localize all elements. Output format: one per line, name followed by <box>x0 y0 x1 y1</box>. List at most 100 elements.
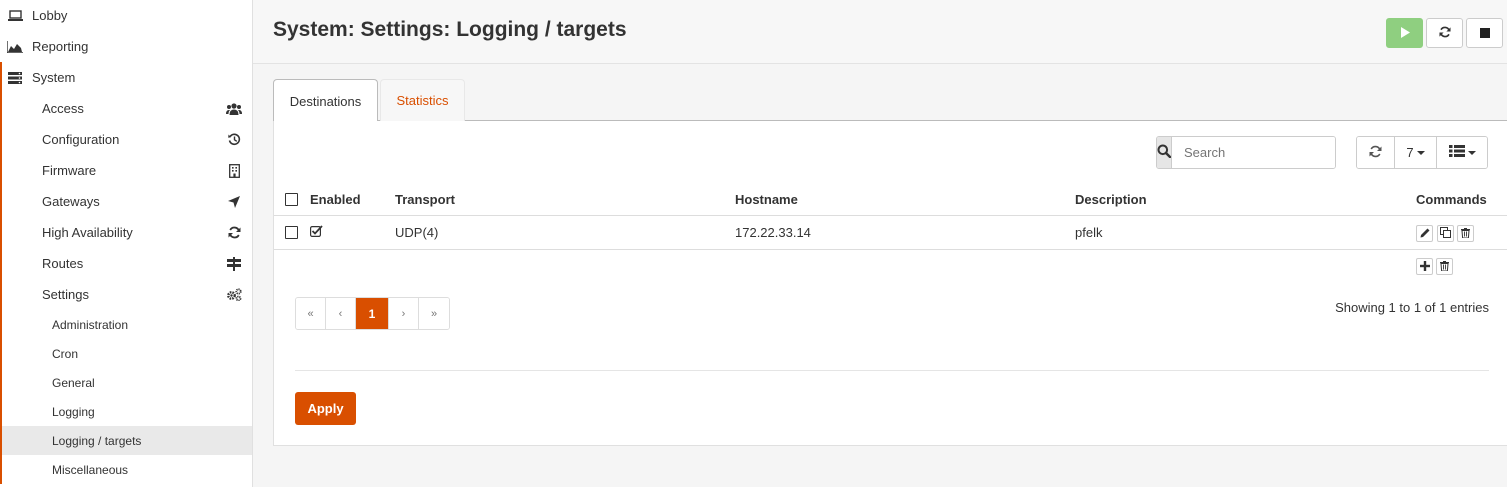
map-signs-icon <box>226 256 242 271</box>
check-square-icon[interactable] <box>310 225 323 240</box>
edit-button[interactable] <box>1416 225 1433 242</box>
nav-settings-general-label: General <box>52 375 95 390</box>
select-all-checkbox[interactable] <box>285 193 298 206</box>
page-next[interactable]: › <box>389 298 419 329</box>
server-icon <box>7 71 23 85</box>
play-icon <box>1400 26 1410 41</box>
nav-settings-logging-targets[interactable]: Logging / targets <box>2 426 252 455</box>
tab-destinations[interactable]: Destinations <box>273 79 378 122</box>
nav-high-availability[interactable]: High Availability <box>2 217 252 248</box>
search-group <box>1156 136 1336 169</box>
history-icon <box>226 132 242 147</box>
nav-high-availability-label: High Availability <box>42 225 133 240</box>
trash-icon <box>1440 259 1449 274</box>
nav-settings-administration[interactable]: Administration <box>2 310 252 339</box>
row-description: pfelk <box>1075 225 1103 240</box>
stop-icon <box>1479 26 1490 41</box>
refresh-icon <box>226 225 242 240</box>
nav-firmware[interactable]: Firmware <box>2 155 252 186</box>
apply-button[interactable]: Apply <box>295 392 356 425</box>
cogs-icon <box>226 287 242 302</box>
nav-settings-miscellaneous[interactable]: Miscellaneous <box>2 455 252 484</box>
clone-button[interactable] <box>1437 225 1454 242</box>
page-last[interactable]: » <box>419 298 449 329</box>
nav-configuration[interactable]: Configuration <box>2 124 252 155</box>
pagination: « ‹ 1 › » <box>295 297 450 330</box>
refresh-icon <box>1438 26 1451 41</box>
clone-icon <box>1440 226 1451 241</box>
nav-settings-general[interactable]: General <box>2 368 252 397</box>
building-icon <box>226 163 242 178</box>
column-selection-dropdown[interactable] <box>1437 137 1487 168</box>
nav-system-label: System <box>32 70 76 85</box>
nav-settings-logging-label: Logging <box>52 404 95 419</box>
nav-lobby[interactable]: Lobby <box>0 0 252 31</box>
location-arrow-icon <box>226 194 242 209</box>
nav-reporting-label: Reporting <box>32 39 89 54</box>
row-enabled-cell <box>310 216 323 249</box>
nav-gateways-label: Gateways <box>42 194 100 209</box>
nav-gateways[interactable]: Gateways <box>2 186 252 217</box>
plus-icon <box>1419 259 1430 274</box>
nav-system[interactable]: System <box>2 62 252 93</box>
search-input[interactable] <box>1172 137 1335 168</box>
page-prev[interactable]: ‹ <box>326 298 356 329</box>
col-description[interactable]: Description <box>1075 184 1147 215</box>
nav-firmware-label: Firmware <box>42 163 97 178</box>
nav-settings-logging[interactable]: Logging <box>2 397 252 426</box>
search-button[interactable] <box>1157 137 1172 168</box>
nav-access-label: Access <box>42 101 84 116</box>
pagination-info: Showing 1 to 1 of 1 entries <box>1335 300 1489 315</box>
nav-configuration-label: Configuration <box>42 132 120 147</box>
area-chart-icon <box>7 40 23 54</box>
nav-routes-label: Routes <box>42 256 84 271</box>
nav-settings[interactable]: Settings <box>2 279 252 310</box>
chevron-down-icon <box>1467 150 1476 155</box>
tab-content: 7 Enabled Transport Hostname Description… <box>273 121 1507 446</box>
restart-service-button[interactable] <box>1426 18 1463 48</box>
table-row: UDP(4) 172.22.33.14 pfelk <box>274 216 1507 250</box>
row-select-checkbox[interactable] <box>285 226 298 239</box>
nav-settings-logging-targets-label: Logging / targets <box>52 433 142 448</box>
sidebar: Lobby Reporting System Access Configurat… <box>0 0 253 487</box>
nav-settings-cron[interactable]: Cron <box>2 339 252 368</box>
delete-button[interactable] <box>1457 225 1474 242</box>
nav-routes[interactable]: Routes <box>2 248 252 279</box>
tab-bar: Destinations Statistics <box>273 79 1507 122</box>
row-hostname: 172.22.33.14 <box>735 225 811 240</box>
list-icon <box>1448 145 1465 160</box>
trash-icon <box>1461 226 1470 241</box>
delete-selected-button[interactable] <box>1436 258 1453 275</box>
nav-settings-miscellaneous-label: Miscellaneous <box>52 462 129 477</box>
stop-service-button[interactable] <box>1466 18 1503 48</box>
col-transport[interactable]: Transport <box>395 184 455 215</box>
tab-statistics[interactable]: Statistics <box>380 79 465 121</box>
nav-settings-cron-label: Cron <box>52 346 79 361</box>
col-commands: Commands <box>1416 192 1487 207</box>
chevron-down-icon <box>1416 150 1425 155</box>
divider <box>295 370 1489 371</box>
main-panel: Destinations Statistics 7 <box>273 79 1507 446</box>
page-title: System: Settings: Logging / targets <box>273 18 627 41</box>
grid-actions: 7 <box>1356 136 1488 169</box>
rows-per-page-value: 7 <box>1406 145 1414 160</box>
pencil-icon <box>1420 226 1430 241</box>
tab-destinations-label: Destinations <box>289 93 362 109</box>
rows-per-page-dropdown[interactable]: 7 <box>1395 137 1437 168</box>
col-enabled[interactable]: Enabled <box>310 184 361 215</box>
refresh-icon <box>1369 145 1382 161</box>
nav-settings-administration-label: Administration <box>52 317 129 332</box>
table-header: Enabled Transport Hostname Description C… <box>274 184 1507 216</box>
nav-settings-label: Settings <box>42 287 89 302</box>
nav-reporting[interactable]: Reporting <box>0 31 252 62</box>
nav-access[interactable]: Access <box>2 93 252 124</box>
search-icon <box>1157 144 1172 161</box>
users-icon <box>226 101 242 116</box>
add-button[interactable] <box>1416 258 1433 275</box>
select-all-checkbox-cell <box>285 184 298 215</box>
page-first[interactable]: « <box>296 298 326 329</box>
start-service-button[interactable] <box>1386 18 1423 48</box>
col-hostname[interactable]: Hostname <box>735 184 798 215</box>
page-current[interactable]: 1 <box>356 298 389 329</box>
grid-refresh-button[interactable] <box>1357 137 1395 168</box>
